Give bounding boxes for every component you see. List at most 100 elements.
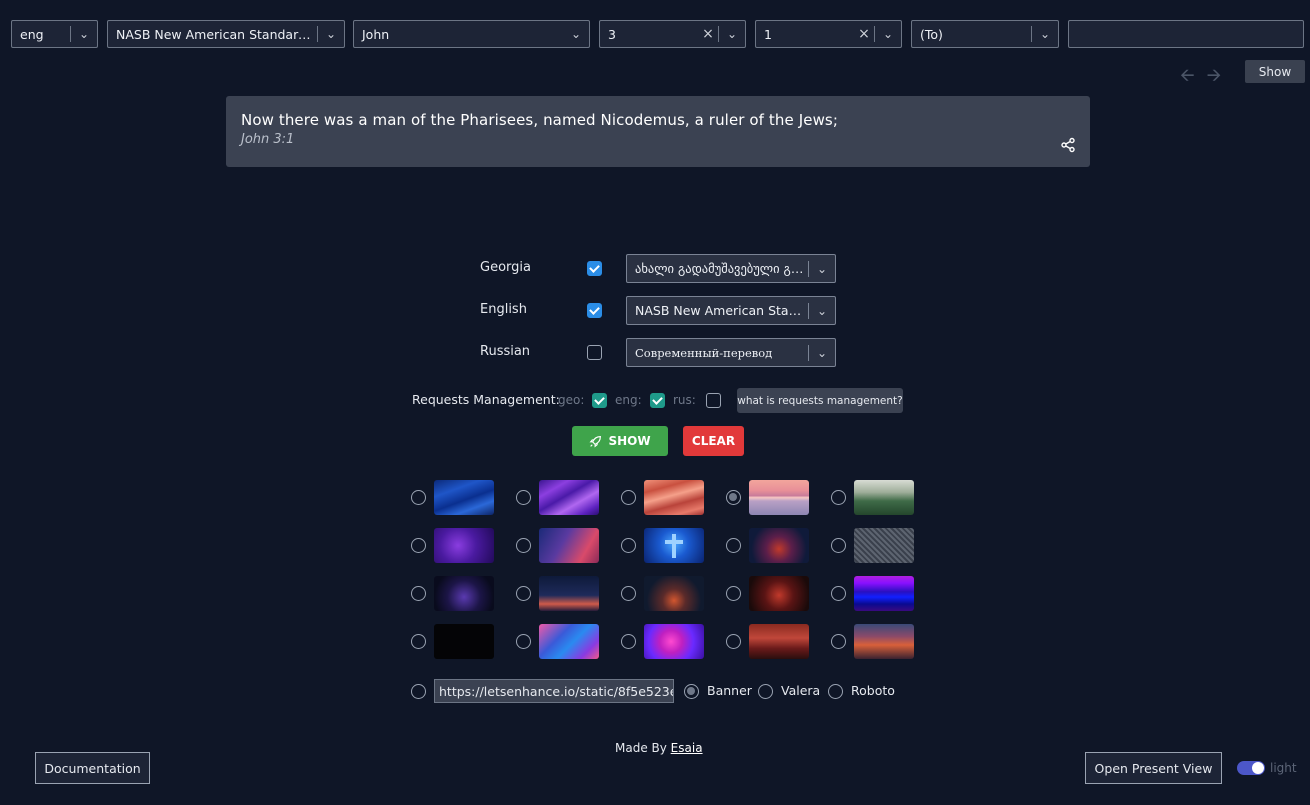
bg-radio[interactable] bbox=[831, 538, 846, 553]
bg-thumb-gray-texture[interactable] bbox=[854, 528, 914, 563]
rocket-icon bbox=[589, 435, 602, 447]
req-geo-label: geo: bbox=[558, 393, 585, 407]
russian-checkbox[interactable] bbox=[587, 345, 602, 360]
english-translation-select[interactable]: NASB New American Standard Bible ⌄ bbox=[626, 296, 836, 325]
chevron-down-icon: ⌄ bbox=[78, 27, 90, 41]
bg-radio[interactable] bbox=[411, 490, 426, 505]
bg-thumb-blue-waves[interactable] bbox=[434, 480, 494, 515]
made-by: Made By Esaia bbox=[615, 741, 703, 755]
requests-help-button[interactable]: what is requests management? bbox=[737, 388, 903, 413]
bg-thumb-red-glow[interactable] bbox=[749, 576, 809, 611]
verse-card: Now there was a man of the Pharisees, na… bbox=[226, 96, 1090, 167]
verse-nav: 🡨 🡪 bbox=[1180, 63, 1221, 93]
bg-radio[interactable] bbox=[411, 538, 426, 553]
georgia-checkbox[interactable] bbox=[587, 261, 602, 276]
font-radio-valera[interactable] bbox=[758, 684, 773, 699]
font-label-roboto: Roboto bbox=[851, 683, 895, 698]
chevron-down-icon: ⌄ bbox=[816, 261, 828, 276]
chevron-down-icon: ⌄ bbox=[1039, 27, 1051, 41]
bg-radio[interactable] bbox=[621, 538, 636, 553]
english-checkbox[interactable] bbox=[587, 303, 602, 318]
book-select[interactable]: John ⌄ bbox=[353, 20, 590, 48]
req-eng-checkbox[interactable] bbox=[650, 393, 665, 408]
req-rus-label: rus: bbox=[673, 393, 696, 407]
bg-url-input[interactable]: https://letsenhance.io/static/8f5e523ee bbox=[434, 679, 674, 703]
bg-thumb-fireworks[interactable] bbox=[749, 528, 809, 563]
bg-thumb-campfire[interactable] bbox=[644, 576, 704, 611]
requests-label: Requests Management: bbox=[412, 392, 560, 407]
bg-thumb-blue-cross[interactable] bbox=[644, 528, 704, 563]
chapter-select[interactable]: 3 × ⌄ bbox=[599, 20, 746, 48]
bg-radio-selected[interactable] bbox=[726, 490, 741, 505]
bg-radio[interactable] bbox=[411, 634, 426, 649]
open-present-view-button[interactable]: Open Present View bbox=[1085, 752, 1222, 784]
bg-thumb-black[interactable] bbox=[434, 624, 494, 659]
bg-radio[interactable] bbox=[516, 634, 531, 649]
bg-thumb-dusk[interactable] bbox=[854, 624, 914, 659]
bg-thumb-misty-forest[interactable] bbox=[854, 480, 914, 515]
bg-radio[interactable] bbox=[516, 490, 531, 505]
georgia-translation-select[interactable]: ახალი გადამუშავებული გამოცემა ⌄ bbox=[626, 254, 836, 283]
chevron-down-icon: ⌄ bbox=[570, 27, 582, 41]
bg-thumb-red-waves[interactable] bbox=[644, 480, 704, 515]
clear-icon[interactable]: × bbox=[698, 26, 718, 42]
bg-radio[interactable] bbox=[621, 634, 636, 649]
bg-thumb-purple-sparkle[interactable] bbox=[434, 528, 494, 563]
font-radio-roboto[interactable] bbox=[828, 684, 843, 699]
chevron-down-icon: ⌄ bbox=[816, 345, 828, 360]
bg-radio[interactable] bbox=[831, 490, 846, 505]
arrow-right-icon[interactable]: 🡪 bbox=[1207, 63, 1222, 93]
theme-toggle[interactable] bbox=[1237, 761, 1265, 775]
bg-radio[interactable] bbox=[726, 538, 741, 553]
bg-radio[interactable] bbox=[621, 490, 636, 505]
verse-select[interactable]: 1 × ⌄ bbox=[755, 20, 902, 48]
bg-radio[interactable] bbox=[831, 634, 846, 649]
bg-thumb-red-sunset[interactable] bbox=[749, 624, 809, 659]
theme-toggle-label: light bbox=[1270, 761, 1297, 775]
author-link[interactable]: Esaia bbox=[671, 741, 703, 755]
russian-translation-select[interactable]: Современный-перевод ⌄ bbox=[626, 338, 836, 367]
bg-radio[interactable] bbox=[831, 586, 846, 601]
clear-icon[interactable]: × bbox=[854, 26, 874, 42]
documentation-button[interactable]: Documentation bbox=[35, 752, 150, 784]
bg-thumb-neon-abstract[interactable] bbox=[539, 624, 599, 659]
language-select-value: eng bbox=[20, 26, 44, 42]
bg-thumb-nebula[interactable] bbox=[539, 528, 599, 563]
language-select[interactable]: eng ⌄ bbox=[11, 20, 98, 48]
req-rus-checkbox[interactable] bbox=[706, 393, 721, 408]
show-button[interactable]: SHOW bbox=[572, 426, 668, 456]
verse-to-select[interactable]: (To) ⌄ bbox=[911, 20, 1059, 48]
bg-thumb-neon-lines[interactable] bbox=[854, 576, 914, 611]
bg-radio[interactable] bbox=[516, 538, 531, 553]
req-geo-checkbox[interactable] bbox=[592, 393, 607, 408]
bg-radio[interactable] bbox=[411, 586, 426, 601]
font-label-valera: Valera bbox=[781, 683, 821, 698]
verse-text: Now there was a man of the Pharisees, na… bbox=[241, 111, 839, 129]
version-select[interactable]: NASB New American Standard Bible ⌄ bbox=[107, 20, 345, 48]
bg-thumb-sunset-lake[interactable] bbox=[749, 480, 809, 515]
bg-thumb-purple-waves[interactable] bbox=[539, 480, 599, 515]
bg-thumb-magenta-swirl[interactable] bbox=[644, 624, 704, 659]
lang-label-english: English bbox=[480, 302, 527, 317]
verse-to-select-value: (To) bbox=[920, 26, 943, 42]
lang-label-georgia: Georgia bbox=[480, 260, 531, 275]
bg-radio[interactable] bbox=[516, 586, 531, 601]
lang-label-russian: Russian bbox=[480, 344, 531, 359]
chevron-down-icon: ⌄ bbox=[816, 303, 828, 318]
extra-input[interactable] bbox=[1068, 20, 1304, 48]
bg-radio[interactable] bbox=[621, 586, 636, 601]
clear-button[interactable]: CLEAR bbox=[683, 426, 744, 456]
version-select-value: NASB New American Standard Bible bbox=[116, 26, 317, 42]
bg-radio[interactable] bbox=[726, 634, 741, 649]
font-radio-banner[interactable] bbox=[684, 684, 699, 699]
chevron-down-icon: ⌄ bbox=[325, 27, 337, 41]
bg-radio[interactable] bbox=[726, 586, 741, 601]
bg-custom-url-radio[interactable] bbox=[411, 684, 426, 699]
bg-thumb-candles[interactable] bbox=[539, 576, 599, 611]
arrow-left-icon[interactable]: 🡨 bbox=[1180, 63, 1195, 93]
book-select-value: John bbox=[362, 26, 390, 42]
show-top-button[interactable]: Show bbox=[1245, 60, 1305, 83]
chevron-down-icon: ⌄ bbox=[882, 27, 894, 41]
share-icon[interactable] bbox=[1060, 137, 1076, 153]
bg-thumb-dark-stage[interactable] bbox=[434, 576, 494, 611]
